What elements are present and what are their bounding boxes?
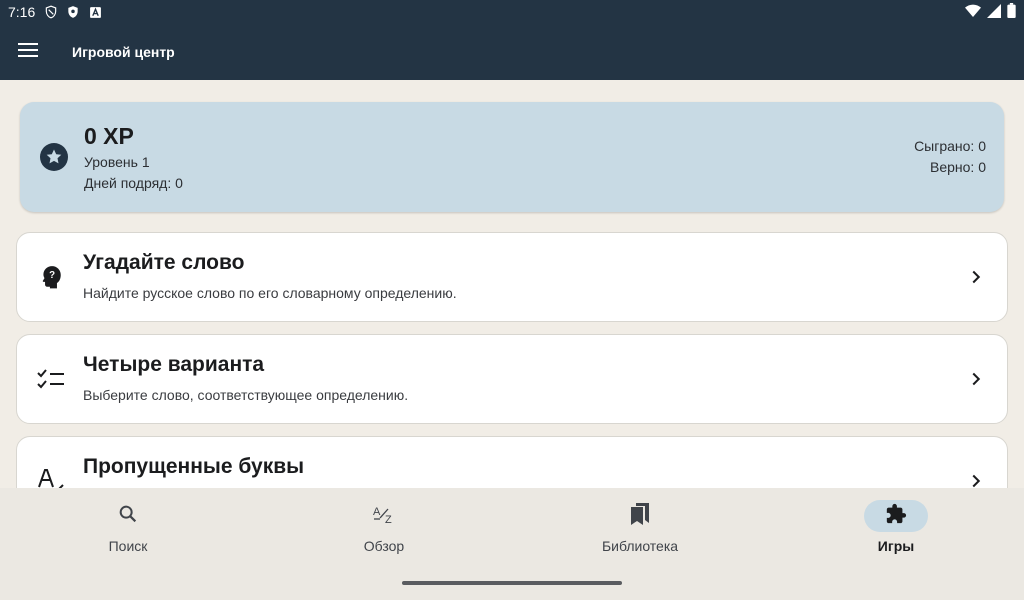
search-icon — [117, 503, 139, 530]
sort-az-icon: AZ — [372, 503, 396, 530]
nav-item-games[interactable]: Игры — [796, 500, 996, 560]
streak-text: Дней подряд: 0 — [84, 175, 183, 191]
game-card-guess-word[interactable]: ? Угадайте слово Найдите русское слово п… — [16, 232, 1008, 322]
checklist-icon — [37, 365, 65, 393]
nav-item-library[interactable]: Библиотека — [540, 500, 740, 560]
app-status-icon — [87, 4, 103, 20]
question-head-icon: ? — [37, 263, 65, 291]
xp-total: 0 XP — [84, 123, 134, 149]
wifi-icon — [965, 4, 981, 21]
game-card-missing-letters[interactable]: Пропущенные буквы — [16, 436, 1008, 488]
nav-pill — [96, 500, 160, 532]
shield-status-icon — [43, 4, 59, 20]
spellcheck-icon — [37, 467, 65, 488]
correct-count: Верно: 0 — [930, 159, 986, 175]
hamburger-menu-icon — [18, 42, 38, 63]
svg-text:?: ? — [49, 270, 55, 281]
status-time: 7:16 — [8, 4, 36, 20]
battery-icon — [1007, 3, 1016, 21]
nav-pill: AZ — [352, 500, 416, 532]
status-right-icons — [965, 3, 1016, 21]
menu-button[interactable] — [0, 24, 56, 80]
top-app-bar: Игровой центр — [0, 24, 1024, 80]
nav-pill — [608, 500, 672, 532]
star-badge-icon — [40, 143, 68, 171]
svg-text:A: A — [373, 506, 381, 518]
nav-pill-active — [864, 500, 928, 532]
level-text: Уровень 1 — [84, 154, 150, 170]
bookmarks-icon — [629, 502, 651, 531]
cellular-signal-icon — [987, 3, 1001, 21]
game-title: Четыре варианта — [83, 353, 265, 376]
gesture-handle[interactable] — [402, 581, 622, 585]
page-title: Игровой центр — [72, 44, 175, 60]
bottom-navigation: Поиск AZ Обзор Библиотека Игры — [0, 488, 1024, 600]
nav-label: Библиотека — [601, 538, 679, 554]
svg-text:Z: Z — [385, 514, 392, 525]
security-status-icon — [65, 4, 81, 20]
nav-item-search[interactable]: Поиск — [28, 500, 228, 560]
xp-stats-card: 0 XP Уровень 1 Дней подряд: 0 Сыграно: 0… — [20, 102, 1004, 212]
nav-label: Игры — [877, 538, 915, 554]
chevron-right-icon — [965, 266, 987, 288]
game-description: Выберите слово, соответствующее определе… — [83, 387, 409, 403]
game-description: Найдите русское слово по его словарному … — [83, 285, 457, 301]
nav-item-browse[interactable]: AZ Обзор — [284, 500, 484, 560]
played-count: Сыграно: 0 — [914, 138, 986, 154]
puzzle-icon — [885, 503, 907, 530]
game-title: Пропущенные буквы — [83, 455, 305, 478]
game-center-content[interactable]: 0 XP Уровень 1 Дней подряд: 0 Сыграно: 0… — [0, 80, 1024, 488]
game-card-four-options[interactable]: Четыре варианта Выберите слово, соответс… — [16, 334, 1008, 424]
status-bar: 7:16 — [0, 0, 1024, 24]
nav-label: Обзор — [363, 538, 405, 554]
chevron-right-icon — [965, 470, 987, 488]
chevron-right-icon — [965, 368, 987, 390]
game-title: Угадайте слово — [83, 251, 245, 274]
nav-label: Поиск — [108, 538, 148, 554]
